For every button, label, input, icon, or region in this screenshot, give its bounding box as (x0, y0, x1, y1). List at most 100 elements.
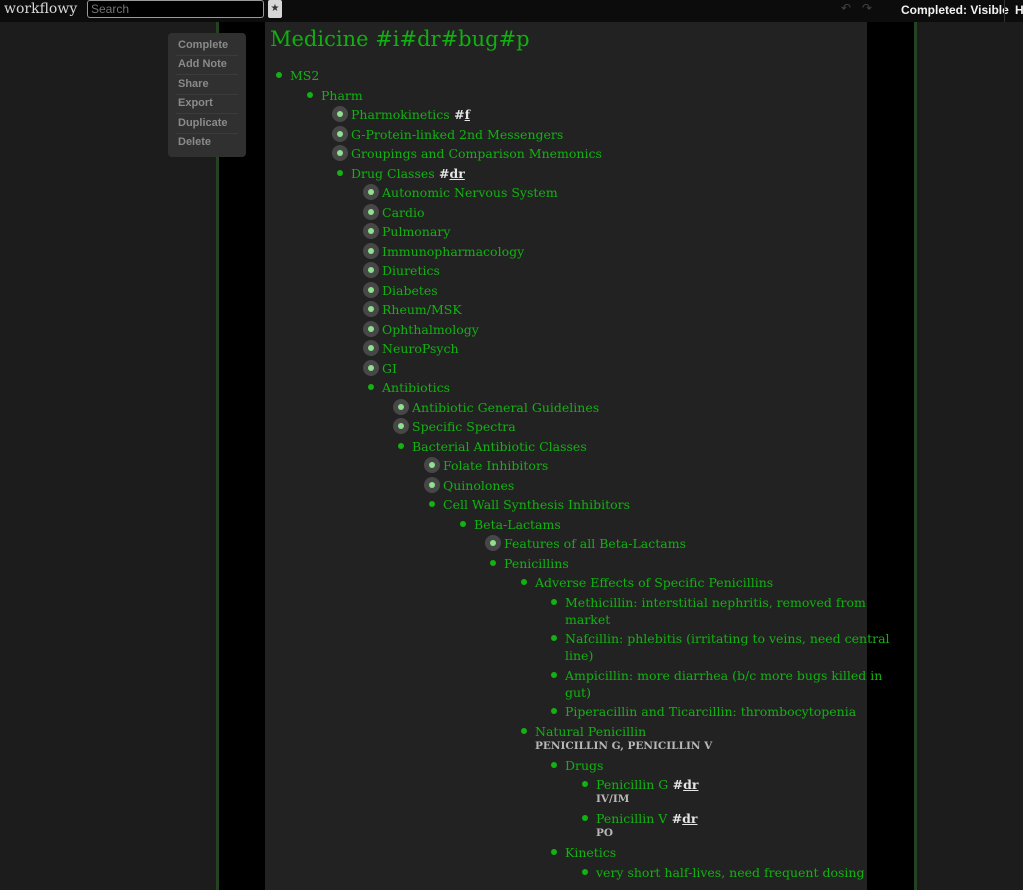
bullet-icon[interactable] (363, 379, 379, 395)
outline-item-text[interactable]: very short half-lives, need frequent dos… (596, 864, 864, 881)
bullet-icon[interactable] (302, 87, 318, 103)
collapsed-bullet-icon[interactable] (363, 223, 379, 239)
collapsed-bullet-icon[interactable] (363, 262, 379, 278)
menu-duplicate[interactable]: Duplicate (178, 117, 228, 129)
outline-item-text[interactable]: MS2 (290, 67, 319, 84)
outline-item-text[interactable]: Antibiotics (382, 379, 450, 396)
completed-toggle[interactable]: Completed: Visible (901, 3, 1009, 17)
outline-item-text[interactable]: Cell Wall Synthesis Inhibitors (443, 496, 630, 513)
menu-add-note[interactable]: Add Note (178, 58, 227, 70)
bullet-icon[interactable] (546, 667, 562, 683)
collapsed-bullet-icon[interactable] (363, 359, 379, 376)
collapsed-bullet-icon[interactable] (363, 301, 379, 317)
outline-item-text[interactable]: Pharmokinetics #f (351, 106, 470, 123)
menu-share[interactable]: Share (178, 78, 209, 90)
outline-item-text[interactable]: Natural Penicillin (535, 723, 646, 740)
bullet-icon[interactable] (546, 703, 562, 719)
outline-item-text[interactable]: line) (565, 647, 593, 664)
outline-item-text[interactable]: Beta-Lactams (474, 516, 561, 533)
bullet-icon[interactable] (393, 438, 409, 454)
outline-item-text[interactable]: Ampicillin: more diarrhea (b/c more bugs… (565, 667, 882, 684)
outline-item-text[interactable]: Penicillin V #dr (596, 810, 698, 827)
bullet-icon[interactable] (485, 555, 501, 571)
collapsed-bullet-icon[interactable] (363, 340, 379, 356)
outline-item-text[interactable]: Folate Inhibitors (443, 457, 548, 474)
outline-item-text[interactable]: Cardio (382, 204, 425, 221)
outline-item-text[interactable]: NeuroPsych (382, 340, 459, 357)
outline-item-text[interactable]: Groupings and Comparison Mnemonics (351, 145, 602, 162)
outline-item-text[interactable]: Ophthalmology (382, 321, 479, 338)
collapsed-bullet-icon[interactable] (332, 106, 348, 122)
bullet-icon[interactable] (424, 496, 440, 512)
outline-item-text[interactable]: Quinolones (443, 477, 514, 494)
item-note[interactable]: PO (596, 827, 613, 839)
outline-item-text[interactable]: market (565, 611, 610, 628)
collapsed-bullet-icon[interactable] (363, 184, 379, 200)
page-title[interactable]: Medicine #i#dr#bug#p (270, 27, 530, 51)
outline-item-text[interactable]: Drug Classes #dr (351, 165, 465, 182)
collapsed-bullet-icon[interactable] (424, 457, 440, 473)
bullet-icon[interactable] (546, 594, 562, 610)
outline-item-text[interactable]: GI (382, 360, 397, 377)
bullet-icon[interactable] (332, 165, 348, 181)
outline-item-text[interactable]: Diuretics (382, 262, 440, 279)
menu-divider (176, 94, 238, 95)
bullet-icon[interactable] (546, 757, 562, 773)
outline-item-text[interactable]: Autonomic Nervous System (382, 184, 558, 201)
collapsed-bullet-icon[interactable] (363, 203, 379, 220)
outline-item-text[interactable]: gut) (565, 684, 591, 701)
redo-icon[interactable]: ↷ (862, 1, 872, 15)
outline-item-text[interactable]: Drugs (565, 757, 603, 774)
item-note[interactable]: PENICILLIN G, PENICILLIN V (535, 740, 712, 752)
outline-item-text[interactable]: Piperacillin and Ticarcillin: thrombocyt… (565, 703, 856, 720)
collapsed-bullet-icon[interactable] (393, 418, 409, 434)
app-logo[interactable]: workflowy (4, 1, 77, 17)
outline-item-text[interactable]: G-Protein-linked 2nd Messengers (351, 126, 563, 143)
collapsed-bullet-icon[interactable] (485, 535, 501, 551)
bullet-icon[interactable] (516, 574, 532, 590)
search-input[interactable] (87, 0, 264, 18)
bullet-icon[interactable] (546, 844, 562, 860)
outline-item-text[interactable]: Penicillins (504, 555, 569, 572)
collapsed-bullet-icon[interactable] (332, 145, 348, 161)
item-tag[interactable]: #f (450, 107, 470, 122)
menu-complete[interactable]: Complete (178, 39, 228, 51)
outline-item-text[interactable]: Kinetics (565, 844, 616, 861)
collapsed-bullet-icon[interactable] (424, 476, 440, 493)
item-tag[interactable]: #dr (435, 166, 465, 181)
outline-item-text[interactable]: Diabetes (382, 282, 438, 299)
bullet-icon[interactable] (577, 810, 593, 826)
help-link[interactable]: H (1015, 3, 1023, 17)
outline-item-text[interactable]: Penicillin G #dr (596, 776, 698, 793)
bullet-icon[interactable] (516, 723, 532, 739)
bullet-icon[interactable] (271, 67, 287, 83)
collapsed-bullet-icon[interactable] (363, 242, 379, 259)
outline-item-text[interactable]: Rheum/MSK (382, 301, 462, 318)
right-margin (917, 22, 1023, 890)
item-tag[interactable]: #dr (668, 777, 699, 792)
bullet-icon[interactable] (577, 776, 593, 792)
collapsed-bullet-icon[interactable] (363, 320, 379, 337)
outline-item-text[interactable]: Bacterial Antibiotic Classes (412, 438, 587, 455)
outline-item-text[interactable]: Methicillin: interstitial nephritis, rem… (565, 594, 866, 611)
undo-icon[interactable]: ↶ (841, 1, 851, 15)
bullet-icon[interactable] (577, 864, 593, 880)
outline-item-text[interactable]: Adverse Effects of Specific Penicillins (535, 574, 773, 591)
outline-item-text[interactable]: Nafcillin: phlebitis (irritating to vein… (565, 630, 890, 647)
item-note[interactable]: IV/IM (596, 793, 629, 805)
menu-export[interactable]: Export (178, 97, 213, 109)
menu-delete[interactable]: Delete (178, 136, 211, 148)
collapsed-bullet-icon[interactable] (393, 398, 409, 415)
bullet-icon[interactable] (546, 630, 562, 646)
star-icon[interactable]: ★ (268, 0, 282, 18)
outline-item-text[interactable]: Specific Spectra (412, 418, 516, 435)
collapsed-bullet-icon[interactable] (332, 125, 348, 142)
outline-item-text[interactable]: Immunopharmacology (382, 243, 524, 260)
outline-item-text[interactable]: Pharm (321, 87, 363, 104)
collapsed-bullet-icon[interactable] (363, 281, 379, 298)
bullet-icon[interactable] (455, 516, 471, 532)
outline-item-text[interactable]: Pulmonary (382, 223, 450, 240)
outline-item-text[interactable]: Antibiotic General Guidelines (412, 399, 599, 416)
outline-item-text[interactable]: Features of all Beta-Lactams (504, 535, 686, 552)
item-tag[interactable]: #dr (667, 811, 698, 826)
